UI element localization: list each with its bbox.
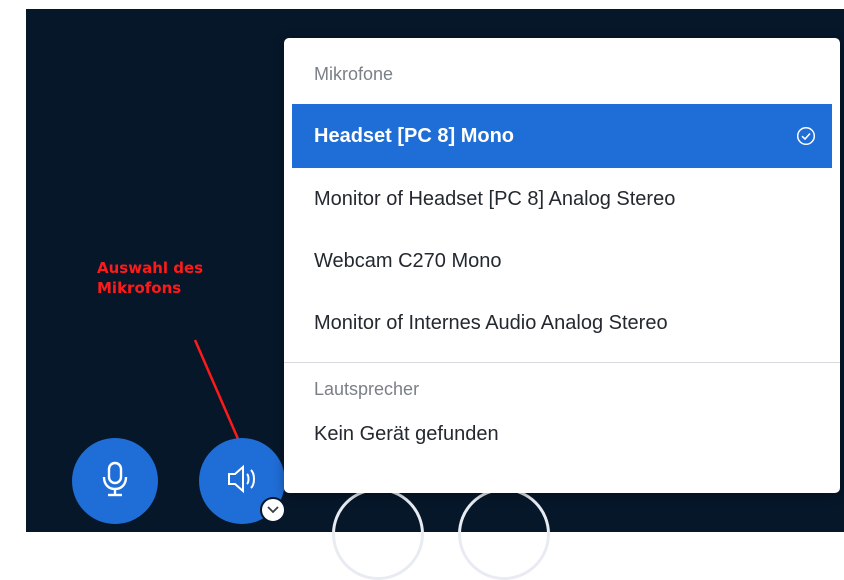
microphone-option-monitor-internal[interactable]: Monitor of Internes Audio Analog Stereo [284, 292, 840, 354]
menu-item-label: Kein Gerät gefunden [314, 423, 499, 445]
microphone-icon [101, 461, 129, 502]
menu-item-label: Monitor of Internes Audio Analog Stereo [314, 312, 668, 334]
menu-item-label: Headset [PC 8] Mono [314, 125, 515, 147]
speaker-option-none[interactable]: Kein Gerät gefunden [284, 403, 840, 465]
menu-divider [284, 362, 840, 363]
microphone-option-headset-mono[interactable]: Headset [PC 8] Mono [292, 104, 832, 168]
menu-item-label: Monitor of Headset [PC 8] Analog Stereo [314, 188, 676, 210]
speaker-icon [226, 464, 258, 499]
microphone-option-monitor-headset[interactable]: Monitor of Headset [PC 8] Analog Stereo [284, 168, 840, 230]
annotation-label: Auswahl des Mikrofons [97, 259, 204, 297]
toolbar-button-4[interactable] [458, 488, 550, 580]
audio-device-menu: Mikrofone Headset [PC 8] Mono Monitor of… [284, 38, 840, 493]
chevron-down-icon [266, 501, 280, 519]
check-circle-icon [796, 126, 816, 146]
audio-device-dropdown-toggle[interactable] [260, 497, 286, 523]
menu-item-label: Webcam C270 Mono [314, 250, 502, 272]
microphone-button[interactable] [72, 438, 158, 524]
speakers-section-header: Lautsprecher [314, 379, 420, 399]
toolbar-button-3[interactable] [332, 488, 424, 580]
microphones-section-header: Mikrofone [314, 64, 394, 84]
microphone-option-webcam[interactable]: Webcam C270 Mono [284, 230, 840, 292]
